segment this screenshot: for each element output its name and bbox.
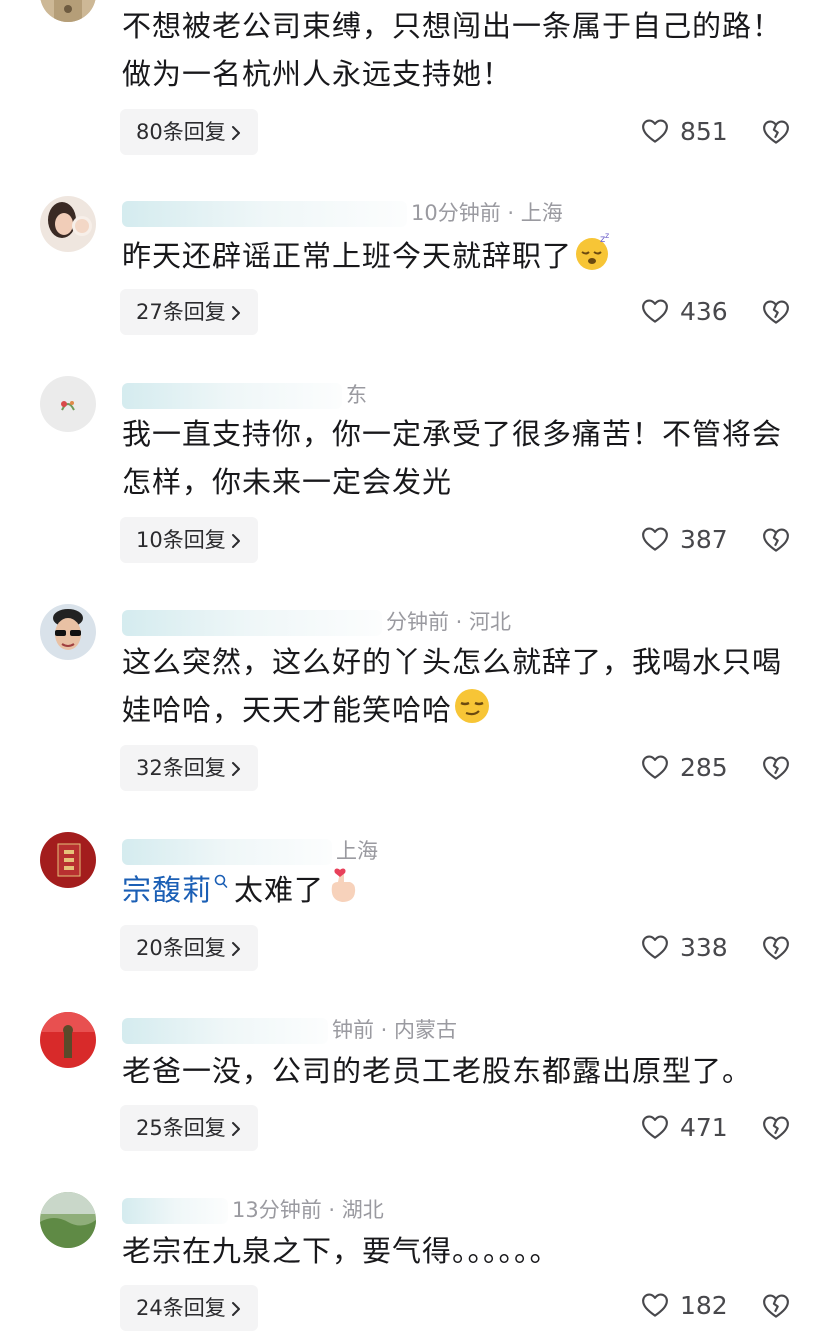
avatar[interactable]	[40, 604, 96, 660]
like-count: 471	[680, 1113, 728, 1142]
avatar-image	[40, 832, 96, 888]
comment-time-location: 13分钟前 · 湖北	[232, 1198, 384, 1222]
chevron-right-icon	[230, 125, 242, 141]
comment-meta: 上海	[122, 835, 378, 865]
comment-meta: 东	[122, 379, 367, 409]
chevron-right-icon	[230, 305, 242, 321]
view-replies-button[interactable]: 27条回复	[120, 289, 258, 335]
broken-heart-icon[interactable]	[761, 933, 791, 963]
blurred-username	[122, 201, 407, 227]
smirk-emoji-icon	[455, 689, 490, 723]
chevron-right-icon	[230, 533, 242, 549]
comment-time-location: 分钟前 · 河北	[386, 610, 512, 634]
like-count: 436	[680, 297, 728, 326]
like-button[interactable]: 182	[640, 1289, 728, 1323]
reply-count: 10条回复	[136, 528, 226, 552]
comment-meta: 13分钟前 · 湖北	[122, 1194, 384, 1224]
avatar[interactable]	[40, 1012, 96, 1068]
heart-outline-icon	[640, 932, 670, 962]
broken-heart-icon[interactable]	[761, 753, 791, 783]
comment-time-location: 东	[346, 383, 367, 407]
like-button[interactable]: 387	[640, 523, 728, 557]
view-replies-button[interactable]: 25条回复	[120, 1105, 258, 1151]
comment-time-location: 钟前 · 内蒙古	[332, 1018, 458, 1042]
reply-count: 25条回复	[136, 1116, 226, 1140]
avatar-image	[40, 0, 96, 22]
broken-heart-icon[interactable]	[761, 117, 791, 147]
comment-meta: 分钟前 · 河北	[122, 606, 511, 636]
comment-text-body: 太难了	[234, 873, 325, 907]
blurred-username	[122, 839, 332, 865]
heart-outline-icon	[640, 1112, 670, 1142]
broken-heart-icon[interactable]	[761, 1113, 791, 1143]
avatar-image	[40, 1192, 96, 1248]
heart-outline-icon	[640, 752, 670, 782]
avatar[interactable]	[40, 1192, 96, 1248]
blurred-username	[122, 383, 342, 409]
view-replies-button[interactable]: 10条回复	[120, 517, 258, 563]
comment-text: 老宗在九泉之下，要气得。。。。。。	[122, 1234, 560, 1268]
like-button[interactable]: 436	[640, 295, 728, 329]
search-icon	[214, 874, 228, 888]
avatar[interactable]	[40, 376, 96, 432]
broken-heart-icon[interactable]	[761, 525, 791, 555]
reply-count: 80条回复	[136, 120, 226, 144]
like-button[interactable]: 285	[640, 751, 728, 785]
comment-meta: 10分钟前 · 上海	[122, 197, 563, 227]
view-replies-button[interactable]: 24条回复	[120, 1285, 258, 1331]
blurred-username	[122, 1018, 328, 1044]
finger-heart-emoji-icon	[331, 868, 356, 902]
like-count: 182	[680, 1291, 728, 1320]
like-button[interactable]: 851	[640, 115, 728, 149]
comment-text: 昨天还辟谣正常上班今天就辞职了 z z	[122, 232, 802, 280]
reply-count: 20条回复	[136, 936, 226, 960]
comment-time-location: 10分钟前 · 上海	[411, 201, 563, 225]
heart-outline-icon	[640, 524, 670, 554]
view-replies-button[interactable]: 80条回复	[120, 109, 258, 155]
sleepy-emoji-icon: z z	[576, 232, 610, 270]
avatar-image	[40, 196, 96, 252]
reply-count: 27条回复	[136, 300, 226, 324]
like-button[interactable]: 471	[640, 1111, 728, 1145]
avatar-image	[40, 376, 96, 432]
reply-count: 32条回复	[136, 756, 226, 780]
mention-link[interactable]: 宗馥莉	[122, 873, 212, 907]
broken-heart-icon[interactable]	[761, 297, 791, 327]
svg-text:z: z	[605, 232, 610, 240]
heart-outline-icon	[640, 116, 670, 146]
like-count: 387	[680, 525, 728, 554]
avatar-image	[40, 1012, 96, 1068]
avatar[interactable]	[40, 832, 96, 888]
comment-time-location: 上海	[336, 839, 378, 863]
broken-heart-icon[interactable]	[761, 1291, 791, 1321]
like-count: 338	[680, 933, 728, 962]
view-replies-button[interactable]: 32条回复	[120, 745, 258, 791]
chevron-right-icon	[230, 761, 242, 777]
comment-text: 不想被老公司束缚，只想闯出一条属于自己的路！做为一名杭州人永远支持她！	[122, 9, 783, 91]
comment-text: 宗馥莉 太难了	[122, 866, 802, 914]
blurred-username	[122, 1198, 228, 1224]
comment-text: 我一直支持你，你一定承受了很多痛苦！不管将会怎样，你未来一定会发光	[122, 417, 783, 499]
chevron-right-icon	[230, 1121, 242, 1137]
comment-text: 这么突然，这么好的丫头怎么就辞了，我喝水只喝娃哈哈，天天才能笑哈哈	[122, 638, 802, 734]
like-count: 851	[680, 117, 728, 146]
heart-outline-icon	[640, 1290, 670, 1320]
chevron-right-icon	[230, 941, 242, 957]
comment-text: 老爸一没，公司的老员工老股东都露出原型了。	[122, 1054, 753, 1088]
view-replies-button[interactable]: 20条回复	[120, 925, 258, 971]
avatar[interactable]	[40, 196, 96, 252]
avatar-image	[40, 604, 96, 660]
avatar[interactable]	[40, 0, 96, 22]
chevron-right-icon	[230, 1301, 242, 1317]
blurred-username	[122, 610, 382, 636]
like-button[interactable]: 338	[640, 931, 728, 965]
like-count: 285	[680, 753, 728, 782]
reply-count: 24条回复	[136, 1296, 226, 1320]
comment-meta: 钟前 · 内蒙古	[122, 1014, 457, 1044]
comment-text-body: 昨天还辟谣正常上班今天就辞职了	[122, 239, 573, 273]
heart-outline-icon	[640, 296, 670, 326]
